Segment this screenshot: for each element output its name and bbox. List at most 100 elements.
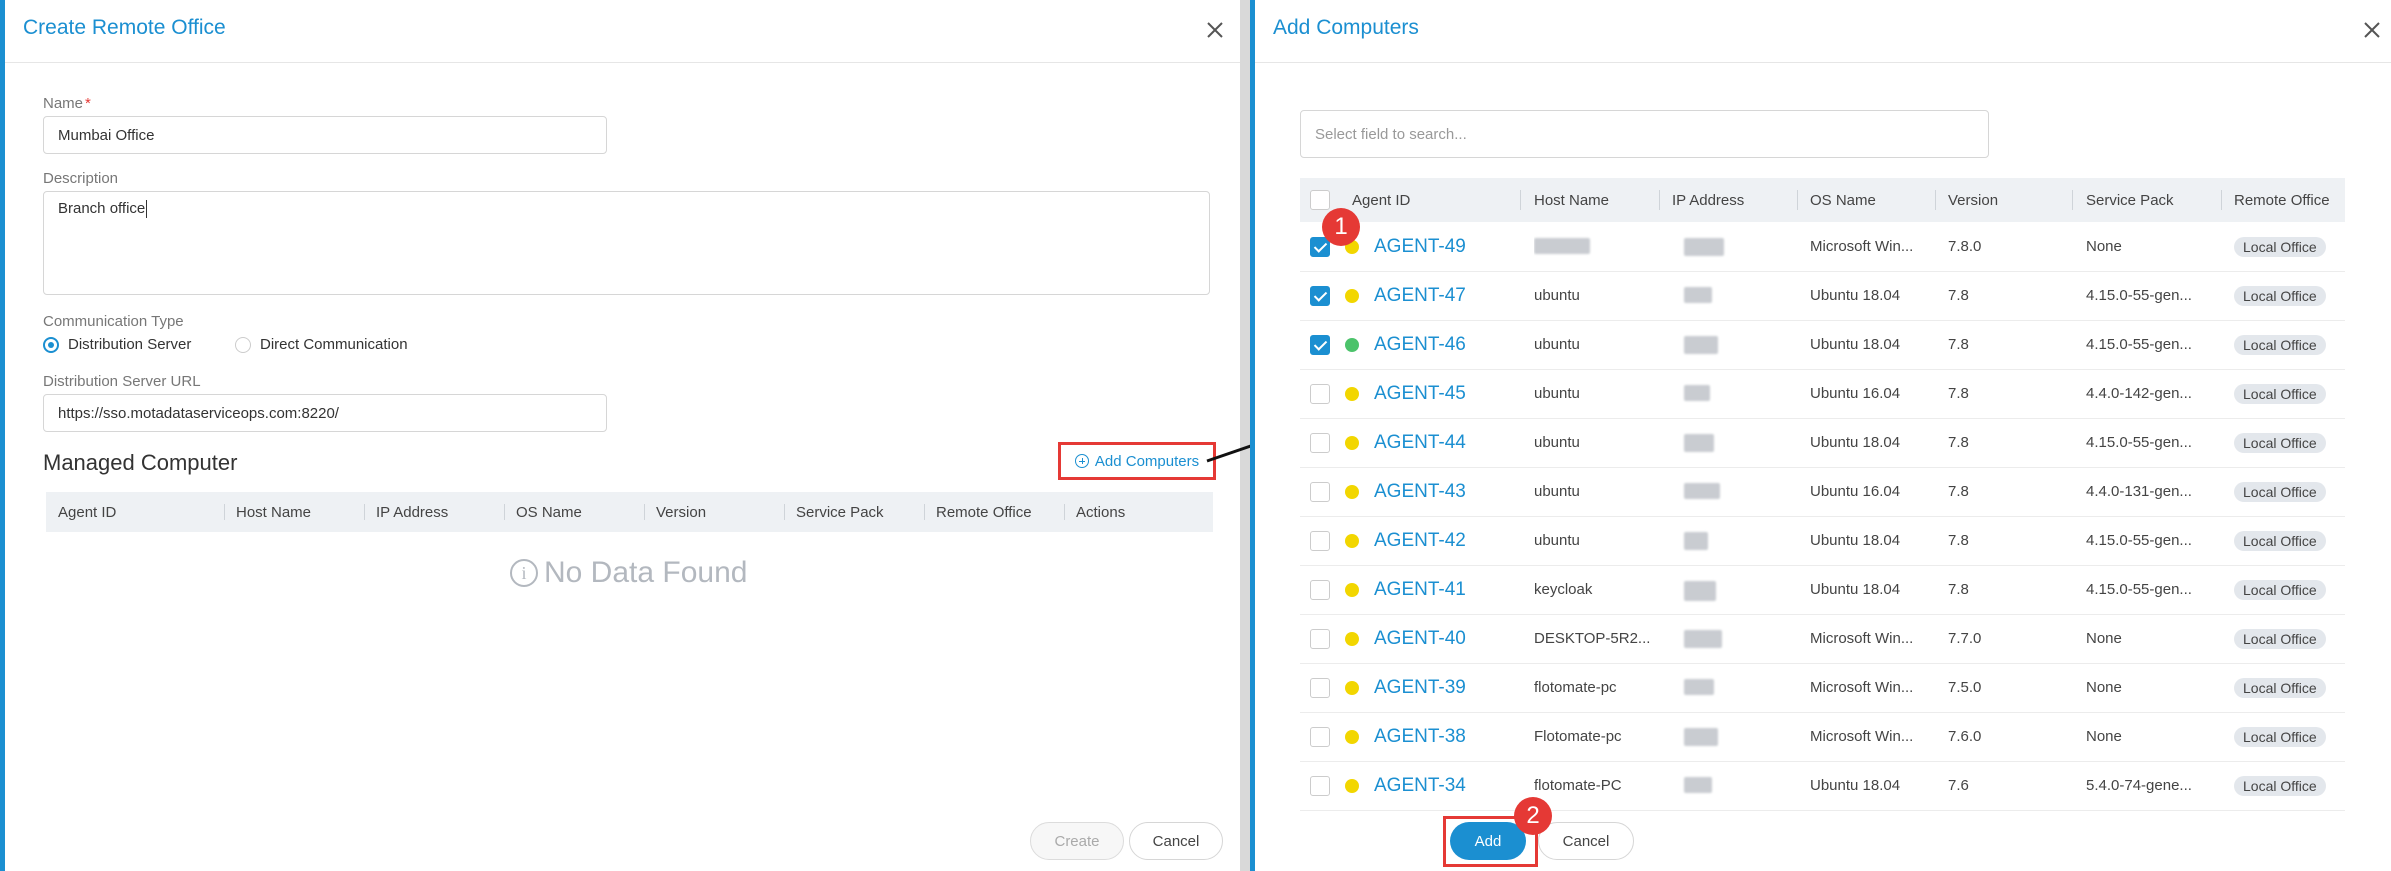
name-value: Mumbai Office <box>58 126 155 144</box>
search-placeholder: Select field to search... <box>1315 125 1467 143</box>
cancel-button[interactable]: Cancel <box>1538 822 1634 860</box>
column-header-agent-id[interactable]: Agent ID <box>46 492 224 532</box>
row-checkbox[interactable] <box>1310 565 1330 614</box>
table-row[interactable]: AGENT-41 keycloak Ubuntu 18.04 7.8 4.15.0-55… <box>1300 565 2345 615</box>
ip-address-cell <box>1672 369 1792 418</box>
column-header-service-pack[interactable]: Service Pack <box>2086 178 2174 222</box>
create-remote-office-dialog: Create Remote Office Name * Mumbai Office… <box>0 0 1240 871</box>
column-header-service-pack[interactable]: Service Pack <box>784 492 924 532</box>
redacted-ip-block <box>1684 336 1718 354</box>
table-row[interactable]: AGENT-40 DESKTOP-5R2... Microsoft Win... 7.… <box>1300 614 2345 664</box>
column-header-host-name[interactable]: Host Name <box>224 492 364 532</box>
distribution-url-input[interactable]: https://sso.motadataserviceops.com:8220/ <box>43 394 607 432</box>
column-header-host-name[interactable]: Host Name <box>1534 178 1609 222</box>
os-name-cell: Ubuntu 18.04 <box>1810 532 1901 549</box>
remote-office-badge: Local Office <box>2234 761 2326 810</box>
row-checkbox[interactable] <box>1310 418 1330 467</box>
table-row[interactable]: AGENT-47 ubuntu Ubuntu 18.04 7.8 4.15.0-55-g… <box>1300 271 2345 321</box>
table-row[interactable]: AGENT-43 ubuntu Ubuntu 16.04 7.8 4.4.0-131-g… <box>1300 467 2345 517</box>
info-icon: i <box>510 559 538 587</box>
add-computers-link[interactable]: Add Computers <box>1058 442 1216 480</box>
service-pack-cell: None <box>2086 238 2122 255</box>
redacted-ip-block <box>1684 630 1722 648</box>
status-dot-icon <box>1345 271 1359 320</box>
version-cell: 7.8 <box>1948 287 1969 304</box>
close-icon[interactable] <box>1203 18 1227 42</box>
row-checkbox[interactable] <box>1310 271 1330 320</box>
remote-office-badge: Local Office <box>2234 222 2326 271</box>
name-input[interactable]: Mumbai Office <box>43 116 607 154</box>
row-checkbox[interactable] <box>1310 320 1330 369</box>
table-row[interactable]: AGENT-44 ubuntu Ubuntu 18.04 7.8 4.15.0-55-g… <box>1300 418 2345 468</box>
row-checkbox[interactable] <box>1310 369 1330 418</box>
service-pack-cell: 5.4.0-74-gene... <box>2086 777 2192 794</box>
status-dot-icon <box>1345 663 1359 712</box>
distribution-url-value: https://sso.motadataserviceops.com:8220/ <box>58 404 339 422</box>
host-name-cell: ubuntu <box>1534 336 1580 353</box>
row-checkbox[interactable] <box>1310 663 1330 712</box>
agent-id-link[interactable]: AGENT-45 <box>1374 369 1466 418</box>
agent-id-link[interactable]: AGENT-41 <box>1374 565 1466 614</box>
host-name-cell: flotomate-PC <box>1534 777 1622 794</box>
column-header-ip-address[interactable]: IP Address <box>364 492 504 532</box>
ip-address-cell <box>1672 614 1792 663</box>
add-circle-icon <box>1074 454 1089 468</box>
description-label: Description <box>43 170 119 187</box>
remote-office-badge: Local Office <box>2234 614 2326 663</box>
agent-id-link[interactable]: AGENT-38 <box>1374 712 1466 761</box>
version-cell: 7.8 <box>1948 581 1969 598</box>
agent-id-link[interactable]: AGENT-39 <box>1374 663 1466 712</box>
row-checkbox[interactable] <box>1310 516 1330 565</box>
version-cell: 7.7.0 <box>1948 630 1982 647</box>
table-row[interactable]: AGENT-34 flotomate-PC Ubuntu 18.04 7.6 5.4.0… <box>1300 761 2345 811</box>
step-2-badge: 2 <box>1514 797 1552 835</box>
column-header-remote-office[interactable]: Remote Office <box>924 492 1064 532</box>
close-icon[interactable] <box>2360 18 2384 42</box>
remote-office-badge: Local Office <box>2234 369 2326 418</box>
radio-distribution-server[interactable]: Distribution Server <box>43 336 191 353</box>
os-name-cell: Microsoft Win... <box>1810 238 1914 255</box>
column-header-remote-office[interactable]: Remote Office <box>2234 178 2330 222</box>
table-row[interactable]: AGENT-42 ubuntu Ubuntu 18.04 7.8 4.15.0-55-g… <box>1300 516 2345 566</box>
row-checkbox[interactable] <box>1310 761 1330 810</box>
table-row[interactable]: AGENT-45 ubuntu Ubuntu 16.04 7.8 4.4.0-142-g… <box>1300 369 2345 419</box>
row-checkbox[interactable] <box>1310 712 1330 761</box>
create-button[interactable]: Create <box>1030 822 1124 860</box>
table-row[interactable]: AGENT-49 Microsoft Win... 7.8.0 None Local O… <box>1300 222 2345 272</box>
agent-id-link[interactable]: AGENT-43 <box>1374 467 1466 516</box>
table-row[interactable]: AGENT-38 Flotomate-pc Microsoft Win... 7.6.… <box>1300 712 2345 762</box>
remote-office-badge: Local Office <box>2234 663 2326 712</box>
agent-id-link[interactable]: AGENT-46 <box>1374 320 1466 369</box>
table-row[interactable]: AGENT-39 flotomate-pc Microsoft Win... 7.5.… <box>1300 663 2345 713</box>
version-cell: 7.8 <box>1948 483 1969 500</box>
agent-id-link[interactable]: AGENT-49 <box>1374 222 1466 271</box>
column-header-os-name[interactable]: OS Name <box>1810 178 1876 222</box>
redacted-ip-block <box>1684 238 1724 256</box>
agent-id-link[interactable]: AGENT-44 <box>1374 418 1466 467</box>
column-header-os-name[interactable]: OS Name <box>504 492 644 532</box>
service-pack-cell: 4.15.0-55-gen... <box>2086 581 2192 598</box>
cancel-button[interactable]: Cancel <box>1129 822 1223 860</box>
column-header-version[interactable]: Version <box>1948 178 1998 222</box>
table-row[interactable]: AGENT-46 ubuntu Ubuntu 18.04 7.8 4.15.0-55-g… <box>1300 320 2345 370</box>
redacted-ip-block <box>1684 287 1712 303</box>
radio-direct-communication[interactable]: Direct Communication <box>235 336 408 353</box>
agent-id-link[interactable]: AGENT-47 <box>1374 271 1466 320</box>
row-checkbox[interactable] <box>1310 467 1330 516</box>
version-cell: 7.8.0 <box>1948 238 1982 255</box>
column-header-ip-address[interactable]: IP Address <box>1672 178 1744 222</box>
version-cell: 7.5.0 <box>1948 679 1982 696</box>
row-checkbox[interactable] <box>1310 614 1330 663</box>
dialog-header: Add Computers <box>1255 0 2391 63</box>
managed-computer-title: Managed Computer <box>43 450 238 475</box>
column-header-version[interactable]: Version <box>644 492 784 532</box>
agent-id-link[interactable]: AGENT-42 <box>1374 516 1466 565</box>
os-name-cell: Ubuntu 18.04 <box>1810 336 1901 353</box>
agent-id-link[interactable]: AGENT-40 <box>1374 614 1466 663</box>
ip-address-cell <box>1672 565 1792 614</box>
search-input[interactable]: Select field to search... <box>1300 110 1989 158</box>
agent-id-link[interactable]: AGENT-34 <box>1374 761 1466 810</box>
column-header-agent-id[interactable]: Agent ID <box>1352 178 1410 222</box>
status-dot-icon <box>1345 467 1359 516</box>
description-textarea[interactable]: Branch office <box>43 191 1210 295</box>
